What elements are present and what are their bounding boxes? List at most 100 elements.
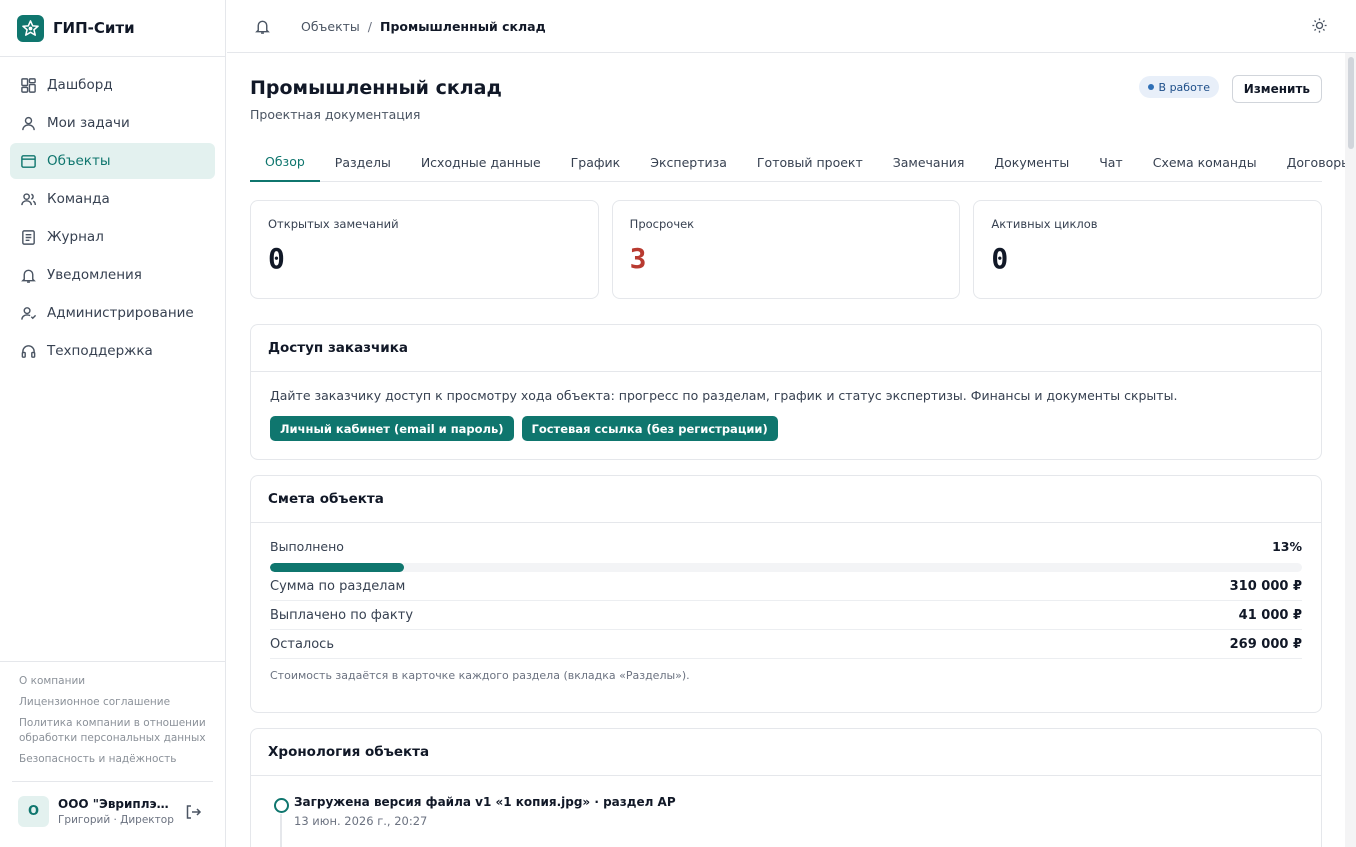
- journal-icon: [22, 229, 35, 245]
- tab-sections[interactable]: Разделы: [320, 143, 406, 182]
- dashboard-icon: [21, 77, 36, 93]
- timeline-card: Хронология объекта Загружена версия файл…: [250, 728, 1322, 847]
- tab-chat[interactable]: Чат: [1084, 143, 1138, 182]
- tab-contracts[interactable]: Договоры: [1272, 143, 1345, 182]
- scrollbar[interactable]: [1345, 53, 1356, 847]
- stat-card-overdue: Просрочек 3: [611, 200, 961, 299]
- progress-bar: [270, 563, 1302, 572]
- estimate-card: Смета объекта Выполнено 13% Сумма по раз…: [250, 475, 1322, 713]
- brand-logo-icon: [17, 14, 44, 42]
- security-link[interactable]: Безопасность и надёжность: [19, 752, 206, 767]
- estimate-body: Выполнено 13% Сумма по разделам 310 000 …: [251, 539, 1321, 682]
- sidebar-footer: О компании Лицензионное соглашение Полит…: [0, 661, 225, 773]
- tab-team-scheme[interactable]: Схема команды: [1138, 143, 1272, 182]
- license-agreement-link[interactable]: Лицензионное соглашение: [19, 695, 206, 710]
- privacy-policy-link[interactable]: Политика компании в отношении обработки …: [19, 716, 206, 746]
- user-info: ООО "Эвриплэй... Григорий · Директор: [58, 797, 174, 826]
- sidebar-item-objects[interactable]: Объекты: [10, 143, 215, 179]
- progress-header: Выполнено 13%: [270, 539, 1302, 554]
- folder-icon: [21, 154, 36, 168]
- estimate-note: Стоимость задаётся в карточке каждого ра…: [270, 669, 690, 682]
- estimate-row: Сумма по разделам 310 000 ₽: [270, 572, 1302, 601]
- progress-label: Выполнено: [270, 539, 344, 554]
- breadcrumb-separator: /: [367, 18, 372, 34]
- stat-label: Просрочек: [629, 217, 695, 231]
- stat-value: 0: [991, 242, 1009, 275]
- sidebar-item-label: Команда: [47, 191, 110, 207]
- estimate-row-value: 269 000 ₽: [1229, 636, 1302, 652]
- stat-value: 0: [268, 242, 285, 275]
- sidebar-item-label: Уведомления: [47, 267, 142, 283]
- tab-overview[interactable]: Обзор: [250, 143, 320, 182]
- stats-row: Открытых замечаний 0 Просрочек 3 Активны…: [250, 200, 1323, 299]
- breadcrumb-objects-link[interactable]: Объекты: [301, 19, 360, 34]
- sidebar-item-label: Дашборд: [47, 77, 113, 93]
- client-access-actions: Личный кабинет (email и пароль) Гостевая…: [270, 416, 1321, 441]
- sidebar-item-support[interactable]: Техподдержка: [10, 333, 215, 369]
- client-access-card: Доступ заказчика Дайте заказчику доступ …: [250, 324, 1322, 460]
- notifications-bell-icon[interactable]: [254, 18, 271, 35]
- timeline-item: Загружена версия файла v1 «1 копия.jpg» …: [251, 776, 1321, 847]
- brand-name: ГИП-Сити: [53, 19, 135, 37]
- page-header: Промышленный склад Проектная документаци…: [250, 75, 1322, 122]
- timeline-dot-icon: [274, 798, 289, 813]
- team-icon: [21, 192, 37, 205]
- guest-link-button[interactable]: Гостевая ссылка (без регистрации): [521, 416, 778, 441]
- card-title: Хронология объекта: [251, 729, 1321, 776]
- user-profile[interactable]: О ООО "Эвриплэй... Григорий · Директор: [12, 781, 213, 841]
- tab-source-data[interactable]: Исходные данные: [406, 143, 556, 182]
- sidebar-item-administration[interactable]: Администрирование: [10, 295, 215, 331]
- sidebar-item-notifications[interactable]: Уведомления: [10, 257, 215, 293]
- sidebar-item-label: Объекты: [47, 153, 111, 169]
- breadcrumb: Объекты / Промышленный склад: [301, 19, 546, 34]
- brand[interactable]: ГИП-Сити: [0, 0, 225, 57]
- tab-ready-project[interactable]: Готовый проект: [742, 143, 878, 182]
- tab-documents[interactable]: Документы: [979, 143, 1084, 182]
- about-company-link[interactable]: О компании: [19, 674, 206, 689]
- status-dot-icon: [1147, 84, 1154, 90]
- timeline-connector: [280, 814, 282, 847]
- sidebar-item-journal[interactable]: Журнал: [10, 219, 215, 255]
- top-bar: Объекты / Промышленный склад: [227, 0, 1356, 53]
- client-access-description: Дайте заказчику доступ к просмотру хода …: [270, 388, 1178, 403]
- user-name: ООО "Эвриплэй...: [58, 797, 170, 811]
- avatar: О: [18, 796, 49, 827]
- stat-label: Открытых замечаний: [268, 217, 399, 231]
- status-badge: В работе: [1138, 76, 1219, 98]
- tab-expertise[interactable]: Экспертиза: [635, 143, 742, 182]
- user-icon: [22, 116, 35, 130]
- estimate-row-value: 310 000 ₽: [1229, 578, 1302, 594]
- tab-bar: Обзор Разделы Исходные данные График Экс…: [250, 143, 1345, 182]
- sidebar-item-label: Мои задачи: [47, 115, 130, 131]
- progress-percent: 13%: [1272, 539, 1302, 554]
- scrollbar-thumb[interactable]: [1348, 57, 1354, 149]
- sidebar-nav: Дашборд Мои задачи Объекты Команда Журна…: [0, 57, 225, 369]
- sun-icon[interactable]: [1311, 17, 1328, 34]
- status-label: В работе: [1158, 80, 1210, 94]
- page-subtitle: Проектная документация: [250, 107, 421, 122]
- tab-remarks[interactable]: Замечания: [878, 143, 980, 182]
- timeline-item-title: Загружена версия файла v1 «1 копия.jpg» …: [294, 795, 676, 809]
- estimate-row-label: Осталось: [270, 636, 334, 652]
- sidebar-item-my-tasks[interactable]: Мои задачи: [10, 105, 215, 141]
- estimate-row-value: 41 000 ₽: [1238, 607, 1302, 623]
- logout-icon[interactable]: [184, 803, 202, 821]
- card-title: Смета объекта: [251, 476, 1321, 523]
- personal-account-button[interactable]: Личный кабинет (email и пароль): [270, 416, 514, 441]
- estimate-row: Выплачено по факту 41 000 ₽: [270, 601, 1302, 630]
- sidebar: ГИП-Сити Дашборд Мои задачи Объекты Кома…: [0, 0, 226, 847]
- sidebar-item-label: Администрирование: [47, 305, 194, 321]
- sidebar-item-label: Техподдержка: [47, 343, 153, 359]
- sidebar-item-team[interactable]: Команда: [10, 181, 215, 217]
- card-title: Доступ заказчика: [251, 325, 1321, 372]
- timeline-item-time: 13 июн. 2026 г., 20:27: [294, 814, 428, 828]
- tab-schedule[interactable]: График: [556, 143, 636, 182]
- edit-button[interactable]: Изменить: [1231, 75, 1322, 103]
- estimate-row-label: Сумма по разделам: [270, 578, 406, 594]
- stat-card-active-cycles: Активных циклов 0: [973, 200, 1323, 299]
- sidebar-item-dashboard[interactable]: Дашборд: [10, 67, 215, 103]
- progress-bar-fill: [270, 563, 405, 572]
- user-role: Григорий · Директор: [58, 814, 174, 826]
- stat-card-open-remarks: Открытых замечаний 0: [250, 200, 599, 299]
- main-content: Промышленный склад Проектная документаци…: [227, 53, 1345, 847]
